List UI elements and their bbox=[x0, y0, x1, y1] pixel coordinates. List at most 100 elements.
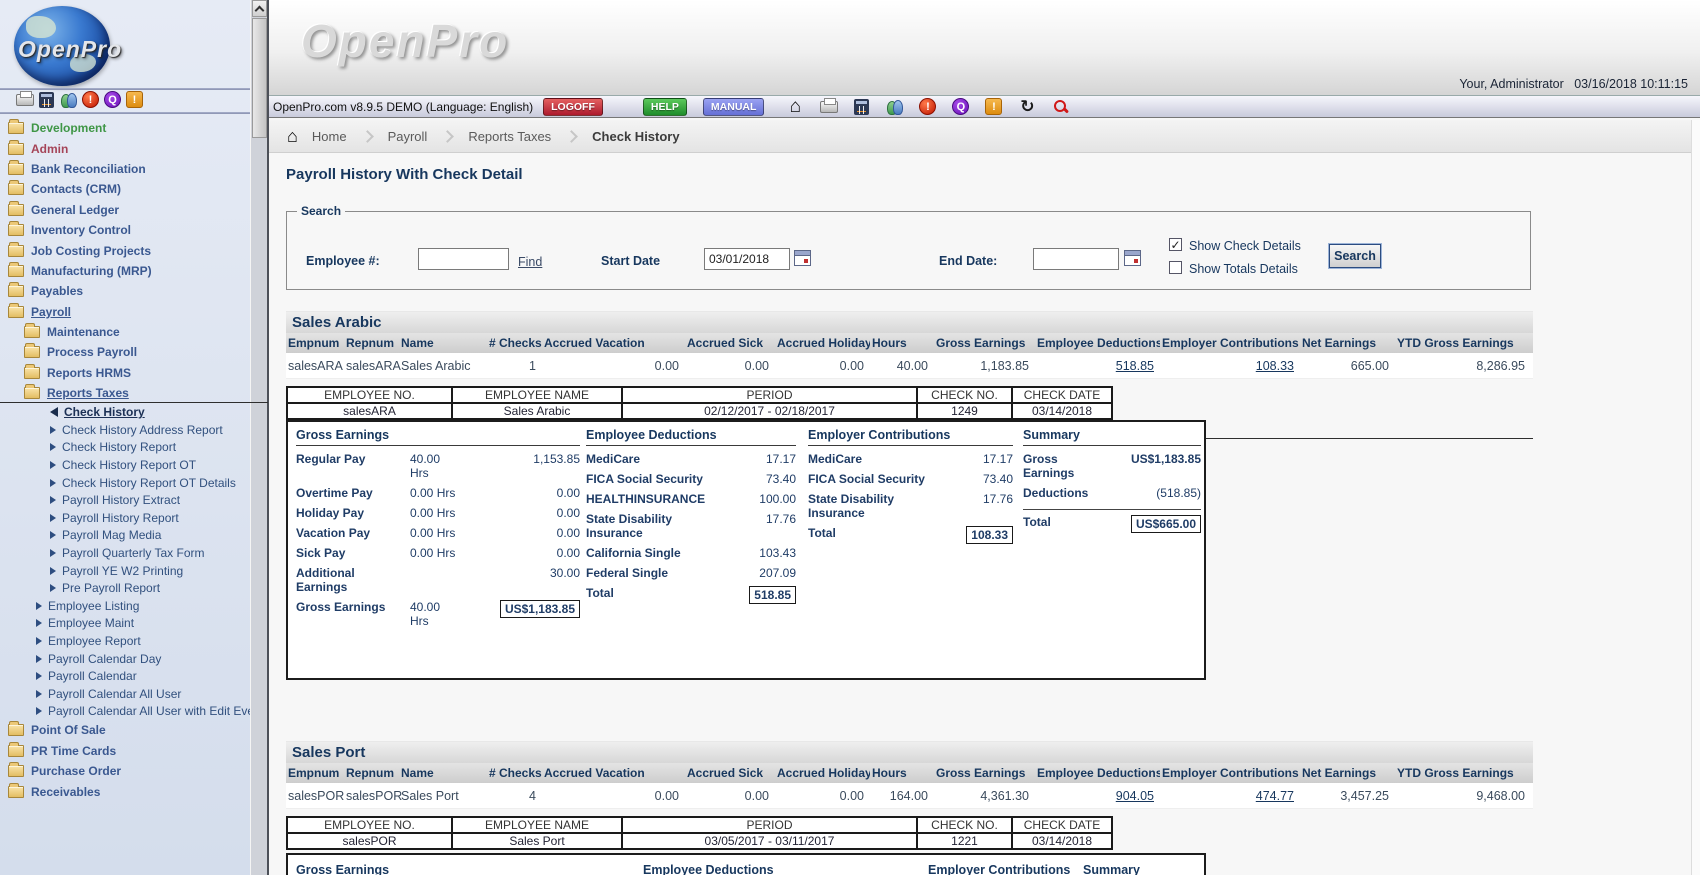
sidebar-item[interactable]: Check History Report OT bbox=[0, 456, 250, 474]
sidebar-item[interactable]: Payroll Calendar bbox=[0, 667, 250, 685]
show-totals-details-checkbox[interactable] bbox=[1169, 261, 1182, 274]
sidebar-item[interactable]: Employee Maint bbox=[0, 615, 250, 633]
sidebar-logo-text: OpenPro bbox=[18, 36, 122, 63]
sidebar-scrollbar[interactable] bbox=[250, 0, 267, 875]
sidebar-item[interactable]: Reports HRMS bbox=[0, 363, 250, 383]
sidebar-item-reports-taxes[interactable]: Reports Taxes bbox=[0, 383, 250, 403]
triangle-icon bbox=[36, 637, 42, 645]
sidebar-item[interactable]: Employee Listing bbox=[0, 597, 250, 615]
refresh-icon[interactable]: ↻ bbox=[1018, 98, 1036, 115]
breadcrumb-home[interactable]: Home bbox=[312, 129, 347, 144]
contributions-link[interactable]: 474.77 bbox=[1256, 789, 1294, 803]
calculator-icon[interactable] bbox=[39, 92, 54, 108]
triangle-icon bbox=[50, 443, 56, 451]
contributions-link[interactable]: 108.33 bbox=[1256, 359, 1294, 373]
scroll-up-button[interactable] bbox=[252, 0, 267, 17]
sidebar-item[interactable]: General Ledger bbox=[0, 200, 250, 220]
check-info-value-row: salesARASales Arabic02/12/2017 - 02/18/2… bbox=[287, 403, 1112, 419]
employer-contributions-link-cell: 108.33 bbox=[1160, 359, 1300, 373]
sidebar-item[interactable]: Contacts (CRM) bbox=[0, 179, 250, 199]
alert-icon[interactable]: ! bbox=[919, 98, 936, 115]
sidebar-item[interactable]: Job Costing Projects bbox=[0, 240, 250, 260]
quick-find-icon[interactable]: Q bbox=[104, 91, 121, 108]
sidebar-item[interactable]: Receivables bbox=[0, 781, 250, 801]
detail-row: Gross EarningsUS$1,183.85 bbox=[1023, 449, 1201, 483]
sidebar-item[interactable]: Purchase Order bbox=[0, 761, 250, 781]
sidebar-item[interactable]: Pre Payroll Report bbox=[0, 579, 250, 597]
end-date-input[interactable] bbox=[1033, 248, 1119, 270]
sidebar-item[interactable]: Payroll YE W2 Printing bbox=[0, 562, 250, 580]
breadcrumb-reports-taxes[interactable]: Reports Taxes bbox=[468, 129, 551, 144]
divider bbox=[0, 112, 250, 114]
triangle-icon bbox=[50, 461, 56, 469]
contributions-total-box: 108.33 bbox=[966, 526, 1013, 544]
content-scrollbar[interactable] bbox=[1691, 120, 1700, 875]
sidebar-item[interactable]: Payroll Calendar All User with Edit Even… bbox=[0, 703, 250, 721]
toolbar-icons: ⌂ ! Q ! ↻ bbox=[786, 98, 1069, 115]
triangle-icon bbox=[50, 514, 56, 522]
sidebar-item[interactable]: PR Time Cards bbox=[0, 741, 250, 761]
show-check-details-checkbox[interactable]: ✓ bbox=[1169, 238, 1182, 251]
active-triangle-icon bbox=[50, 407, 58, 417]
print-icon[interactable] bbox=[16, 94, 34, 106]
home-icon[interactable]: ⌂ bbox=[287, 126, 298, 147]
sidebar-item[interactable]: Point Of Sale bbox=[0, 720, 250, 740]
users-icon[interactable] bbox=[59, 91, 77, 108]
scrollbar-thumb[interactable] bbox=[252, 18, 267, 138]
search-button[interactable]: Search bbox=[1329, 244, 1381, 268]
alert-icon[interactable]: ! bbox=[82, 91, 99, 108]
sidebar-item[interactable]: Check History Report bbox=[0, 439, 250, 457]
sidebar-item[interactable]: Check History Report OT Details bbox=[0, 474, 250, 492]
home-icon[interactable]: ⌂ bbox=[786, 98, 804, 115]
find-link[interactable]: Find bbox=[518, 255, 542, 269]
sidebar-item-payroll[interactable]: Payroll bbox=[0, 302, 250, 322]
employer-contributions-link-cell: 474.77 bbox=[1160, 789, 1300, 803]
search-icon[interactable] bbox=[1052, 98, 1069, 115]
sidebar-item[interactable]: Bank Reconciliation bbox=[0, 159, 250, 179]
breadcrumb: ⌂ Home Payroll Reports Taxes Check Histo… bbox=[269, 120, 1700, 153]
help-button[interactable]: HELP bbox=[643, 98, 687, 116]
sidebar-item[interactable]: Manufacturing (MRP) bbox=[0, 261, 250, 281]
sidebar-item[interactable]: Payroll Quarterly Tax Form bbox=[0, 544, 250, 562]
employee-input[interactable] bbox=[418, 248, 509, 270]
logoff-button[interactable]: LOGOFF bbox=[543, 98, 603, 116]
calendar-icon[interactable] bbox=[1124, 250, 1141, 266]
triangle-icon bbox=[36, 672, 42, 680]
users-icon[interactable] bbox=[885, 98, 903, 115]
deductions-total-box: 518.85 bbox=[749, 586, 796, 604]
sidebar-item[interactable]: Payroll Calendar Day bbox=[0, 650, 250, 668]
manual-button[interactable]: MANUAL bbox=[703, 98, 765, 116]
detail-row: Federal Single207.09 bbox=[586, 563, 796, 583]
deductions-link[interactable]: 904.05 bbox=[1116, 789, 1154, 803]
info-icon[interactable]: ! bbox=[126, 91, 143, 108]
content: Payroll History With Check Detail Search… bbox=[269, 154, 1700, 875]
sidebar-item[interactable]: Payroll History Report bbox=[0, 509, 250, 527]
sidebar-item-development[interactable]: Development bbox=[0, 118, 250, 138]
sidebar-item[interactable]: Payables bbox=[0, 281, 250, 301]
sidebar-menu: Development Admin Bank Reconciliation Co… bbox=[0, 118, 250, 802]
quick-find-icon[interactable]: Q bbox=[952, 98, 969, 115]
deductions-link[interactable]: 518.85 bbox=[1116, 359, 1154, 373]
folder-icon bbox=[8, 745, 24, 757]
sidebar-item[interactable]: Maintenance bbox=[0, 322, 250, 342]
sidebar-item[interactable]: Check History Address Report bbox=[0, 421, 250, 439]
datetime: 03/16/2018 10:11:15 bbox=[1574, 77, 1688, 91]
folder-icon bbox=[8, 224, 24, 236]
sidebar-item[interactable]: Process Payroll bbox=[0, 342, 250, 362]
sidebar-item[interactable]: Employee Report bbox=[0, 632, 250, 650]
sidebar-item[interactable]: Payroll Mag Media bbox=[0, 527, 250, 545]
sidebar-item[interactable]: Payroll Calendar All User bbox=[0, 685, 250, 703]
breadcrumb-payroll[interactable]: Payroll bbox=[388, 129, 428, 144]
info-icon[interactable]: ! bbox=[985, 98, 1002, 115]
user-info: Your, Administrator 03/16/2018 10:11:15 bbox=[1459, 77, 1688, 91]
sidebar-item-check-history[interactable]: Check History bbox=[0, 403, 250, 421]
sidebar-item[interactable]: Payroll History Extract bbox=[0, 491, 250, 509]
start-date-input[interactable] bbox=[704, 248, 790, 270]
print-icon[interactable] bbox=[820, 101, 838, 113]
sidebar-item[interactable]: Inventory Control bbox=[0, 220, 250, 240]
calculator-icon[interactable] bbox=[854, 99, 869, 115]
main-area: OpenPro Your, Administrator 03/16/2018 1… bbox=[269, 0, 1700, 875]
calendar-icon[interactable] bbox=[794, 250, 811, 266]
sidebar-item-admin[interactable]: Admin bbox=[0, 138, 250, 158]
folder-icon bbox=[8, 122, 24, 134]
